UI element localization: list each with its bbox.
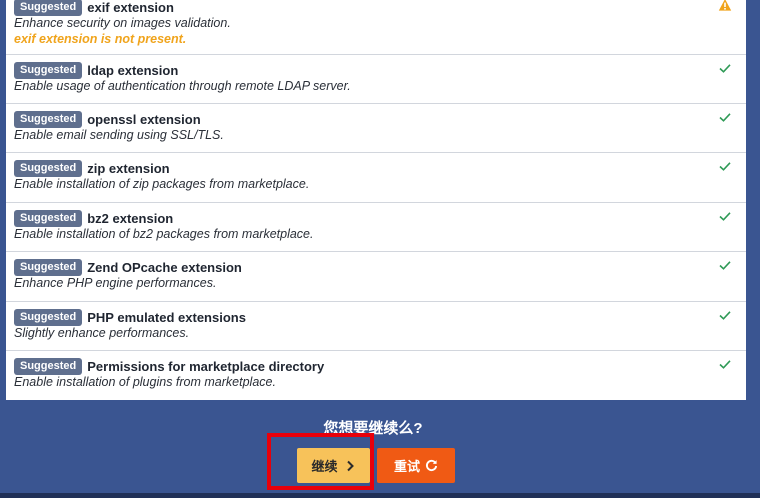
check-icon <box>719 360 731 369</box>
requirement-header: Suggested Permissions for marketplace dir… <box>14 358 324 375</box>
requirement-title: zip extension <box>87 161 170 176</box>
requirement-title: ldap extension <box>87 63 179 78</box>
requirement-row: Suggested openssl extension Enable email s… <box>6 104 746 153</box>
requirements-panel: Suggested exif extension Enhance security … <box>6 0 746 400</box>
refresh-icon <box>425 459 438 472</box>
requirement-row: Suggested Permissions for marketplace dir… <box>6 351 746 400</box>
requirement-description: Enable installation of bz2 packages from… <box>14 227 314 241</box>
requirement-row: Suggested zip extension Enable installatio… <box>6 153 746 203</box>
requirement-description: Enhance security on images validation. <box>14 16 231 30</box>
requirement-header: Suggested ldap extension <box>14 62 178 79</box>
warning-icon <box>718 0 732 11</box>
requirement-row: Suggested PHP emulated extensions Slightly… <box>6 302 746 351</box>
requirement-row: Suggested bz2 extension Enable installatio… <box>6 203 746 252</box>
requirement-description: Enable email sending using SSL/TLS. <box>14 128 224 142</box>
requirement-header: Suggested Zend OPcache extension <box>14 259 242 276</box>
check-icon <box>719 311 731 320</box>
requirement-title: exif extension <box>87 0 174 15</box>
requirement-description: Enable installation of plugins from mark… <box>14 375 276 389</box>
requirement-description: Enhance PHP engine performances. <box>14 276 217 290</box>
requirement-header: Suggested bz2 extension <box>14 210 173 227</box>
suggested-badge: Suggested <box>14 309 83 326</box>
highlight-box <box>267 433 374 490</box>
suggested-badge: Suggested <box>14 259 83 276</box>
retry-button-label: 重试 <box>393 459 420 474</box>
suggested-badge: Suggested <box>14 210 83 227</box>
check-icon <box>719 261 731 270</box>
check-icon <box>719 162 731 171</box>
footer: 您想要继续么? 继续 重试 <box>0 400 760 498</box>
requirement-row: Suggested Zend OPcache extension Enhance P… <box>6 252 746 302</box>
requirement-description: Enable usage of authentication through r… <box>14 79 351 93</box>
requirement-header: Suggested exif extension <box>14 0 174 16</box>
requirement-title: bz2 extension <box>87 211 174 226</box>
suggested-badge: Suggested <box>14 111 83 128</box>
suggested-badge: Suggested <box>14 62 83 79</box>
requirement-warning: exif extension is not present. <box>14 32 187 46</box>
check-icon <box>719 64 731 73</box>
requirement-description: Slightly enhance performances. <box>14 326 190 340</box>
requirement-title: Zend OPcache extension <box>87 260 242 275</box>
suggested-badge: Suggested <box>14 0 83 16</box>
requirement-row: Suggested exif extension Enhance security … <box>6 0 746 55</box>
requirement-header: Suggested zip extension <box>14 160 170 177</box>
check-icon <box>719 212 731 221</box>
suggested-badge: Suggested <box>14 160 83 177</box>
requirement-row: Suggested ldap extension Enable usage of a… <box>6 55 746 104</box>
requirement-title: openssl extension <box>87 112 201 127</box>
requirement-header: Suggested openssl extension <box>14 111 201 128</box>
check-icon <box>719 113 731 122</box>
requirement-description: Enable installation of zip packages from… <box>14 177 310 191</box>
requirement-title: PHP emulated extensions <box>87 310 246 325</box>
suggested-badge: Suggested <box>14 358 83 375</box>
requirement-title: Permissions for marketplace directory <box>87 359 325 374</box>
bottom-edge <box>0 493 760 498</box>
retry-button[interactable]: 重试 <box>377 448 455 483</box>
requirement-header: Suggested PHP emulated extensions <box>14 309 246 326</box>
